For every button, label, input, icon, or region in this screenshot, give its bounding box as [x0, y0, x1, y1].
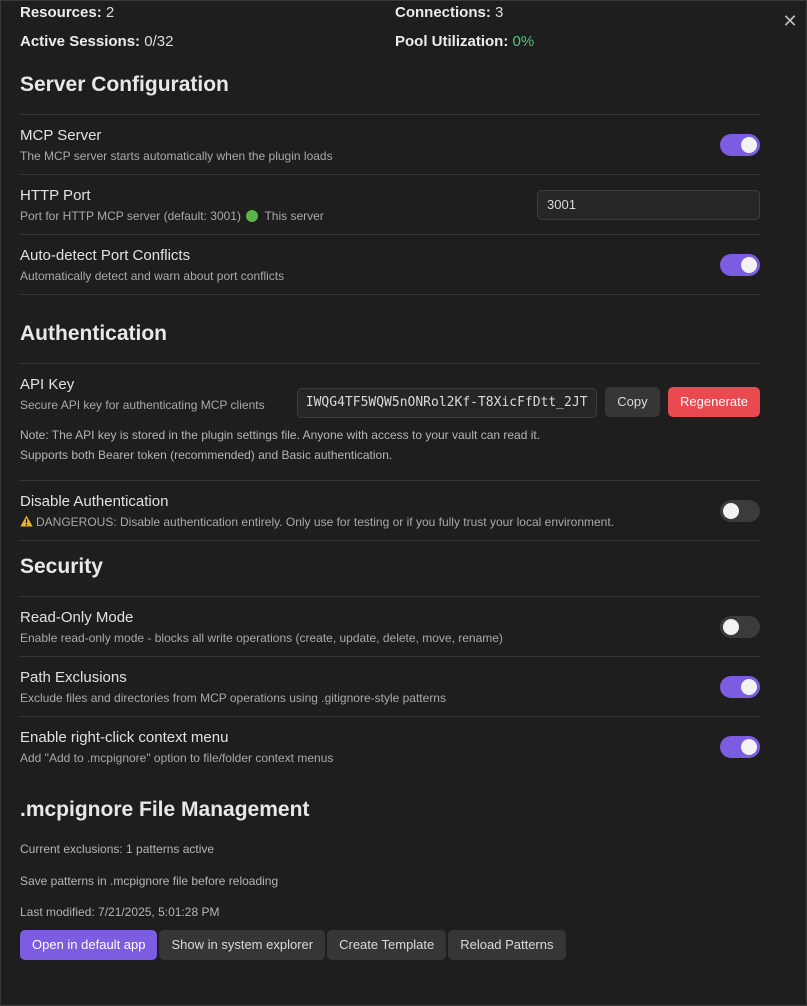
api-key-input[interactable]	[296, 387, 597, 418]
stat-resources: Resources: 2	[20, 4, 114, 21]
port-status-text: This server	[264, 209, 324, 223]
copy-button[interactable]: Copy	[605, 387, 660, 417]
section-heading-mcpignore: .mcpignore File Management	[20, 798, 310, 821]
setting-auto-detect: Auto-detect Port Conflicts Automatically…	[20, 235, 760, 295]
show-explorer-button[interactable]: Show in system explorer	[159, 930, 326, 960]
green-circle-icon	[246, 210, 259, 222]
path-exclusions-toggle[interactable]	[720, 675, 760, 698]
section-heading-server: Server Configuration	[20, 59, 760, 115]
stat-resources-label: Resources:	[20, 4, 102, 21]
stat-sessions: Active Sessions: 0/32	[20, 33, 173, 50]
create-template-button[interactable]: Create Template	[327, 930, 447, 960]
setting-title: Disable Authentication	[20, 493, 169, 510]
save-hint-text: Save patterns in .mcpignore file before …	[20, 874, 279, 888]
warning-icon	[20, 515, 33, 527]
setting-desc: Enable read-only mode - blocks all write…	[20, 631, 503, 645]
disable-auth-desc-text: DANGEROUS: Disable authentication entire…	[36, 515, 615, 529]
auto-detect-toggle[interactable]	[720, 253, 760, 276]
setting-mcp-server: MCP Server The MCP server starts automat…	[20, 115, 760, 175]
settings-window: ✕ Resources: 2 Connections: 3 Active Ses…	[0, 0, 807, 1006]
http-port-input[interactable]	[537, 189, 760, 220]
stat-pool: Pool Utilization: 0%	[395, 33, 534, 50]
reload-patterns-button[interactable]: Reload Patterns	[448, 930, 566, 960]
close-icon[interactable]: ✕	[780, 11, 800, 31]
regenerate-button[interactable]: Regenerate	[668, 387, 760, 417]
stat-pool-label: Pool Utilization:	[395, 33, 509, 50]
current-exclusions-text: Current exclusions: 1 patterns active	[20, 842, 215, 856]
stat-connections-value: 3	[495, 4, 504, 21]
mcp-server-toggle[interactable]	[720, 133, 760, 156]
stat-resources-value: 2	[105, 4, 115, 21]
setting-title: MCP Server	[20, 127, 102, 144]
section-heading-auth: Authentication	[20, 308, 760, 364]
stat-pool-value: 0%	[512, 33, 535, 50]
setting-title: API Key	[20, 376, 75, 393]
setting-read-only: Read-Only Mode Enable read-only mode - b…	[20, 597, 760, 657]
setting-title: Enable right-click context menu	[20, 729, 229, 746]
section-heading-security: Security	[20, 541, 760, 597]
port-desc-text: Port for HTTP MCP server (default: 3001)	[20, 209, 241, 223]
stats-panel: Resources: 2 Connections: 3 Active Sessi…	[20, 1, 760, 59]
stat-connections-label: Connections:	[395, 4, 491, 21]
setting-disable-auth: Disable Authentication DANGEROUS: Disabl…	[20, 481, 760, 541]
mcpignore-actions: Open in default app Show in system explor…	[20, 930, 760, 960]
setting-desc: Exclude files and directories from MCP o…	[20, 691, 446, 705]
setting-http-port: HTTP Port Port for HTTP MCP server (defa…	[20, 175, 760, 235]
setting-desc: Add "Add to .mcpignore" option to file/f…	[20, 751, 334, 765]
setting-desc: Automatically detect and warn about port…	[20, 269, 285, 283]
disable-auth-toggle[interactable]	[720, 499, 760, 522]
open-default-app-button[interactable]: Open in default app	[20, 930, 158, 960]
setting-title: Auto-detect Port Conflicts	[20, 247, 191, 264]
setting-desc: Secure API key for authenticating MCP cl…	[20, 398, 265, 412]
api-key-note: Note: The API key is stored in the plugi…	[20, 428, 541, 442]
setting-title: Path Exclusions	[20, 669, 127, 686]
stat-sessions-label: Active Sessions:	[20, 33, 141, 50]
setting-path-exclusions: Path Exclusions Exclude files and direct…	[20, 657, 760, 717]
setting-context-menu: Enable right-click context menu Add "Add…	[20, 717, 760, 776]
stat-sessions-value: 0/32	[144, 33, 174, 50]
settings-content: Resources: 2 Connections: 3 Active Sessi…	[20, 1, 760, 960]
setting-title: Read-Only Mode	[20, 609, 134, 626]
stat-connections: Connections: 3	[395, 4, 503, 21]
read-only-toggle[interactable]	[720, 615, 760, 638]
last-modified-text: Last modified: 7/21/2025, 5:01:28 PM	[20, 905, 220, 919]
setting-desc: DANGEROUS: Disable authentication entire…	[20, 514, 760, 530]
setting-desc: The MCP server starts automatically when…	[20, 149, 333, 163]
setting-api-key: API Key Secure API key for authenticatin…	[20, 364, 760, 481]
context-menu-toggle[interactable]	[720, 735, 760, 758]
auth-support-note: Supports both Bearer token (recommended)…	[20, 448, 393, 462]
